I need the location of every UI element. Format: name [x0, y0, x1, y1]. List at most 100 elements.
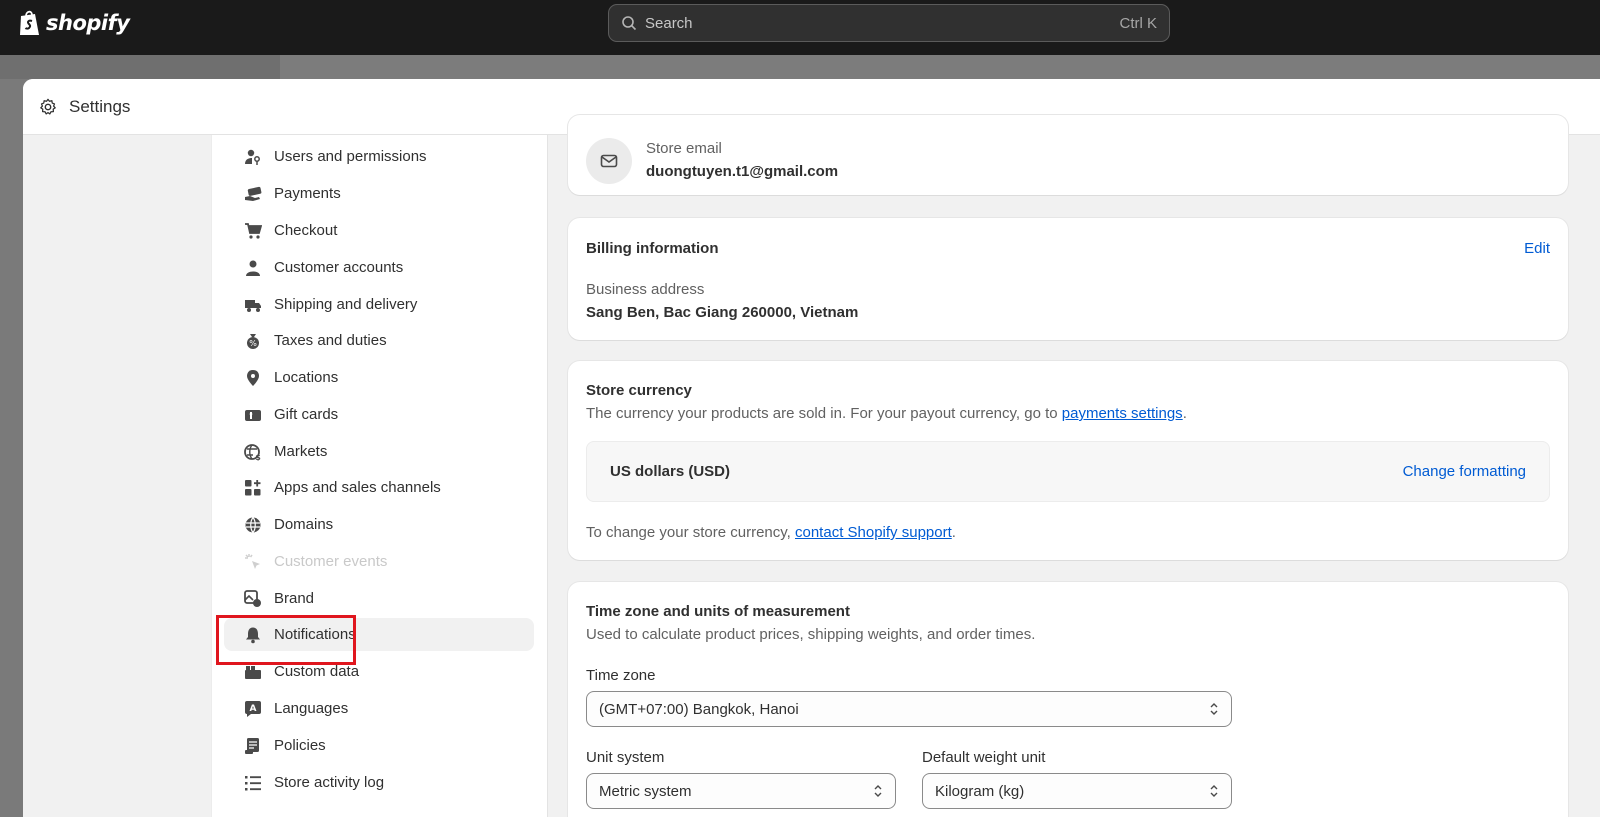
select-chevron-icon	[1210, 703, 1218, 715]
database-icon	[245, 665, 261, 679]
sidebar-item-label: Languages	[274, 700, 349, 717]
person-icon	[246, 260, 260, 276]
unit-system-value: Metric system	[599, 782, 692, 800]
sidebar-item-label: Customer accounts	[274, 259, 404, 276]
left-gutter	[23, 135, 211, 817]
sidebar-item-payments[interactable]: Payments	[224, 177, 534, 210]
billing-card: Billing information Edit Business addres…	[568, 218, 1568, 340]
hand-card-icon	[245, 186, 262, 201]
settings-modal: Settings Users and permissions Payments …	[23, 79, 1600, 817]
svg-text:%: %	[249, 339, 257, 348]
brand-icon	[244, 589, 261, 607]
user-key-icon	[245, 149, 260, 165]
sidebar-item-label: Notifications	[274, 626, 356, 643]
description-text: The currency your products are sold in. …	[586, 405, 1062, 422]
unit-system-label: Unit system	[586, 749, 665, 766]
billing-title: Billing information	[586, 240, 719, 257]
note-text: To change your store currency,	[586, 524, 795, 541]
weight-unit-label: Default weight unit	[922, 749, 1046, 766]
sidebar-item-apps-and-sales-channels[interactable]: Apps and sales channels	[224, 471, 534, 504]
store-currency-description: The currency your products are sold in. …	[586, 405, 1187, 422]
business-address-value: Sang Ben, Bac Giang 260000, Vietnam	[586, 304, 859, 321]
sidebar-item-notifications[interactable]: Notifications	[224, 618, 534, 651]
language-icon: A	[245, 700, 261, 717]
note-period: .	[951, 524, 956, 541]
billing-edit-link[interactable]: Edit	[1524, 240, 1550, 257]
location-pin-icon	[247, 369, 259, 386]
sidebar-item-customer-events[interactable]: Customer events	[224, 545, 534, 578]
sidebar-item-label: Locations	[274, 369, 339, 386]
unit-system-select[interactable]: Metric system	[586, 773, 896, 809]
logo-text: shopify	[46, 11, 130, 35]
timezone-value: (GMT+07:00) Bangkok, Hanoi	[599, 700, 799, 718]
timezone-description: Used to calculate product prices, shippi…	[586, 626, 1036, 643]
business-address-label: Business address	[586, 281, 705, 298]
sidebar-item-gift-cards[interactable]: Gift cards	[224, 398, 534, 431]
payments-settings-link[interactable]: payments settings	[1062, 405, 1183, 422]
shopify-logo[interactable]: shopify	[18, 8, 130, 38]
page-title: Settings	[69, 96, 131, 116]
sidebar-item-markets[interactable]: $ Markets	[224, 435, 534, 468]
top-bar: shopify Search Ctrl K	[0, 0, 1600, 55]
currency-row: US dollars (USD) Change formatting	[586, 441, 1550, 502]
contact-support-link[interactable]: contact Shopify support	[795, 524, 952, 541]
tax-bag-icon: %	[247, 333, 259, 349]
globe-icon	[245, 516, 261, 533]
sidebar-item-label: Apps and sales channels	[274, 479, 441, 496]
sidebar-item-users-and-permissions[interactable]: Users and permissions	[224, 140, 534, 173]
sidebar-item-locations[interactable]: Locations	[224, 361, 534, 394]
currency-value: US dollars (USD)	[610, 463, 731, 480]
globe-dollar-icon: $	[244, 443, 261, 461]
apps-icon	[245, 479, 261, 495]
timezone-title: Time zone and units of measurement	[586, 603, 850, 620]
sidebar-item-store-activity-log[interactable]: Store activity log	[224, 766, 534, 799]
sidebar-item-shipping-and-delivery[interactable]: Shipping and delivery	[224, 288, 534, 321]
timezone-label: Time zone	[586, 667, 656, 684]
sidebar-item-taxes-and-duties[interactable]: % Taxes and duties	[224, 324, 534, 357]
cart-icon	[245, 222, 262, 239]
truck-icon	[245, 299, 261, 312]
sidebar-item-custom-data[interactable]: Custom data	[224, 655, 534, 688]
cursor-sparkle-icon	[245, 553, 260, 569]
settings-sidebar: Users and permissions Payments Checkout …	[211, 135, 548, 817]
backdrop-left	[0, 55, 280, 79]
sidebar-item-label: Brand	[274, 590, 315, 607]
store-currency-card: Store currency The currency your product…	[568, 361, 1568, 560]
sidebar-item-checkout[interactable]: Checkout	[224, 214, 534, 247]
select-chevron-icon	[1210, 785, 1218, 797]
backdrop	[280, 55, 1600, 79]
sidebar-item-languages[interactable]: A Languages	[224, 692, 534, 725]
shopify-bag-icon	[20, 10, 39, 35]
search-shortcut: Ctrl K	[1119, 14, 1158, 32]
search-icon	[622, 16, 637, 31]
svg-text:$: $	[255, 453, 261, 461]
currency-note: To change your store currency, contact S…	[586, 524, 956, 541]
store-email-value: duongtuyen.t1@gmail.com	[646, 163, 839, 180]
email-avatar	[586, 138, 632, 184]
sidebar-item-label: Customer events	[274, 553, 388, 570]
change-formatting-link[interactable]: Change formatting	[1403, 463, 1526, 480]
sidebar-item-label: Gift cards	[274, 406, 339, 423]
select-chevron-icon	[874, 785, 882, 797]
weight-unit-select[interactable]: Kilogram (kg)	[922, 773, 1232, 809]
main-content: Store email duongtuyen.t1@gmail.com Bill…	[548, 115, 1600, 817]
sidebar-item-label: Users and permissions	[274, 148, 427, 165]
gift-card-icon	[245, 409, 261, 421]
sidebar-item-label: Shipping and delivery	[274, 296, 418, 313]
sidebar-item-customer-accounts[interactable]: Customer accounts	[224, 251, 534, 284]
timezone-select[interactable]: (GMT+07:00) Bangkok, Hanoi	[586, 691, 1232, 727]
sidebar-item-domains[interactable]: Domains	[224, 508, 534, 541]
weight-unit-value: Kilogram (kg)	[935, 782, 1025, 800]
sidebar-item-label: Domains	[274, 516, 334, 533]
sidebar-item-brand[interactable]: Brand	[224, 582, 534, 615]
svg-text:A: A	[250, 704, 257, 714]
mail-icon	[600, 154, 618, 168]
timezone-card: Time zone and units of measurement Used …	[568, 582, 1568, 817]
search-bar[interactable]: Search Ctrl K	[608, 4, 1170, 42]
sidebar-item-label: Checkout	[274, 222, 338, 239]
sidebar-item-policies[interactable]: Policies	[224, 729, 534, 762]
description-period: .	[1182, 405, 1187, 422]
store-currency-title: Store currency	[586, 382, 692, 399]
search-placeholder: Search	[645, 14, 693, 32]
bell-icon	[246, 627, 260, 643]
